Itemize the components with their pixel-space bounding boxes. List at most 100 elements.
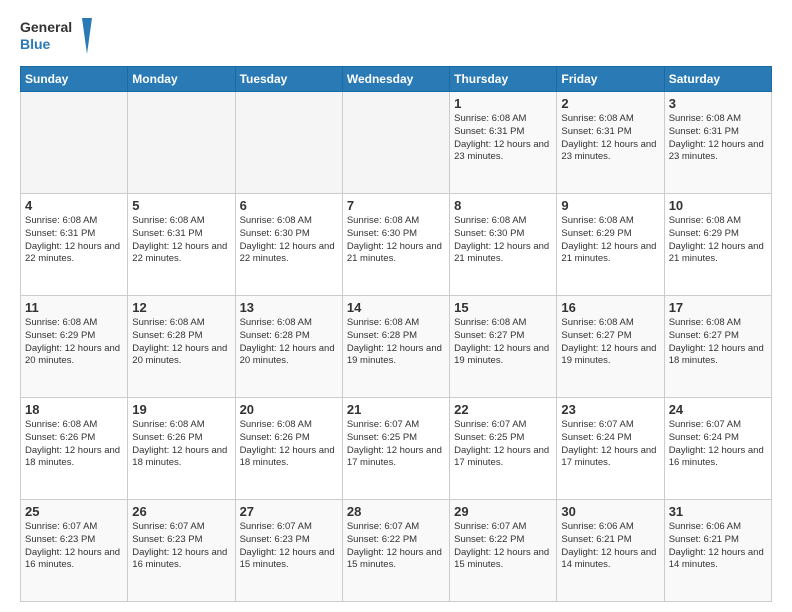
day-number: 2	[561, 96, 659, 111]
calendar-cell: 21 Sunrise: 6:07 AMSunset: 6:25 PMDayligh…	[342, 398, 449, 500]
day-detail: Sunrise: 6:08 AMSunset: 6:29 PMDaylight:…	[25, 317, 123, 368]
day-header-friday: Friday	[557, 67, 664, 92]
day-number: 28	[347, 504, 445, 519]
day-detail: Sunrise: 6:08 AMSunset: 6:31 PMDaylight:…	[25, 215, 123, 266]
calendar-cell: 17Sunrise: 6:08 AMSunset: 6:27 PMDayligh…	[664, 296, 771, 398]
calendar-cell	[235, 92, 342, 194]
calendar-week-4: 18 Sunrise: 6:08 AMSunset: 6:26 PMDayligh…	[21, 398, 772, 500]
day-detail: Sunrise: 6:08 AMSunset: 6:29 PMDaylight:…	[669, 215, 767, 266]
day-detail: Sunrise: 6:07 AMSunset: 6:24 PMDaylight:…	[561, 419, 659, 470]
calendar-table: SundayMondayTuesdayWednesdayThursdayFrid…	[20, 66, 772, 602]
day-number: 19	[132, 402, 230, 417]
calendar-cell: 20Sunrise: 6:08 AMSunset: 6:26 PMDayligh…	[235, 398, 342, 500]
calendar-cell: 13 Sunrise: 6:08 AMSunset: 6:28 PMDayligh…	[235, 296, 342, 398]
logo: GeneralBlue	[20, 16, 100, 56]
day-number: 6	[240, 198, 338, 213]
day-number: 21	[347, 402, 445, 417]
day-detail: Sunrise: 6:08 AMSunset: 6:31 PMDaylight:…	[132, 215, 230, 266]
logo-svg: GeneralBlue	[20, 16, 100, 56]
day-number: 22	[454, 402, 552, 417]
day-detail: Sunrise: 6:08 AMSunset: 6:26 PMDaylight:…	[132, 419, 230, 470]
calendar-page: GeneralBlue SundayMondayTuesdayWednesday…	[0, 0, 792, 612]
day-number: 29	[454, 504, 552, 519]
day-detail: Sunrise: 6:08 AMSunset: 6:29 PMDaylight:…	[561, 215, 659, 266]
page-header: GeneralBlue	[20, 16, 772, 56]
day-number: 8	[454, 198, 552, 213]
day-detail: Sunrise: 6:07 AMSunset: 6:23 PMDaylight:…	[132, 521, 230, 572]
day-number: 7	[347, 198, 445, 213]
day-detail: Sunrise: 6:08 AMSunset: 6:27 PMDaylight:…	[561, 317, 659, 368]
day-detail: Sunrise: 6:07 AMSunset: 6:22 PMDaylight:…	[347, 521, 445, 572]
day-number: 10	[669, 198, 767, 213]
day-number: 23	[561, 402, 659, 417]
day-number: 25	[25, 504, 123, 519]
day-header-wednesday: Wednesday	[342, 67, 449, 92]
day-detail: Sunrise: 6:08 AMSunset: 6:28 PMDaylight:…	[240, 317, 338, 368]
calendar-cell: 5 Sunrise: 6:08 AMSunset: 6:31 PMDaylight…	[128, 194, 235, 296]
day-number: 13	[240, 300, 338, 315]
day-detail: Sunrise: 6:08 AMSunset: 6:31 PMDaylight:…	[454, 113, 552, 164]
calendar-cell: 14 Sunrise: 6:08 AMSunset: 6:28 PMDayligh…	[342, 296, 449, 398]
day-detail: Sunrise: 6:08 AMSunset: 6:30 PMDaylight:…	[454, 215, 552, 266]
day-number: 31	[669, 504, 767, 519]
day-number: 12	[132, 300, 230, 315]
day-detail: Sunrise: 6:08 AMSunset: 6:31 PMDaylight:…	[669, 113, 767, 164]
day-number: 5	[132, 198, 230, 213]
calendar-cell	[342, 92, 449, 194]
day-detail: Sunrise: 6:07 AMSunset: 6:24 PMDaylight:…	[669, 419, 767, 470]
calendar-cell: 1 Sunrise: 6:08 AMSunset: 6:31 PMDaylight…	[450, 92, 557, 194]
calendar-week-2: 4 Sunrise: 6:08 AMSunset: 6:31 PMDaylight…	[21, 194, 772, 296]
day-detail: Sunrise: 6:08 AMSunset: 6:30 PMDaylight:…	[240, 215, 338, 266]
day-detail: Sunrise: 6:08 AMSunset: 6:28 PMDaylight:…	[132, 317, 230, 368]
day-number: 30	[561, 504, 659, 519]
calendar-cell: 18 Sunrise: 6:08 AMSunset: 6:26 PMDayligh…	[21, 398, 128, 500]
calendar-cell: 3Sunrise: 6:08 AMSunset: 6:31 PMDaylight…	[664, 92, 771, 194]
calendar-cell: 24Sunrise: 6:07 AMSunset: 6:24 PMDayligh…	[664, 398, 771, 500]
calendar-cell: 25 Sunrise: 6:07 AMSunset: 6:23 PMDayligh…	[21, 500, 128, 602]
day-detail: Sunrise: 6:07 AMSunset: 6:23 PMDaylight:…	[25, 521, 123, 572]
day-header-thursday: Thursday	[450, 67, 557, 92]
calendar-cell: 2Sunrise: 6:08 AMSunset: 6:31 PMDaylight…	[557, 92, 664, 194]
calendar-cell: 27 Sunrise: 6:07 AMSunset: 6:23 PMDayligh…	[235, 500, 342, 602]
day-detail: Sunrise: 6:08 AMSunset: 6:26 PMDaylight:…	[25, 419, 123, 470]
day-number: 14	[347, 300, 445, 315]
day-detail: Sunrise: 6:06 AMSunset: 6:21 PMDaylight:…	[669, 521, 767, 572]
calendar-cell: 22 Sunrise: 6:07 AMSunset: 6:25 PMDayligh…	[450, 398, 557, 500]
calendar-cell: 26 Sunrise: 6:07 AMSunset: 6:23 PMDayligh…	[128, 500, 235, 602]
day-number: 18	[25, 402, 123, 417]
calendar-cell: 9 Sunrise: 6:08 AMSunset: 6:29 PMDaylight…	[557, 194, 664, 296]
day-header-saturday: Saturday	[664, 67, 771, 92]
svg-text:Blue: Blue	[20, 36, 51, 52]
calendar-cell: 30 Sunrise: 6:06 AMSunset: 6:21 PMDayligh…	[557, 500, 664, 602]
calendar-header-row: SundayMondayTuesdayWednesdayThursdayFrid…	[21, 67, 772, 92]
calendar-cell: 12 Sunrise: 6:08 AMSunset: 6:28 PMDayligh…	[128, 296, 235, 398]
day-detail: Sunrise: 6:06 AMSunset: 6:21 PMDaylight:…	[561, 521, 659, 572]
calendar-cell: 28 Sunrise: 6:07 AMSunset: 6:22 PMDayligh…	[342, 500, 449, 602]
calendar-cell: 16Sunrise: 6:08 AMSunset: 6:27 PMDayligh…	[557, 296, 664, 398]
calendar-cell: 4 Sunrise: 6:08 AMSunset: 6:31 PMDaylight…	[21, 194, 128, 296]
day-detail: Sunrise: 6:08 AMSunset: 6:28 PMDaylight:…	[347, 317, 445, 368]
day-detail: Sunrise: 6:07 AMSunset: 6:23 PMDaylight:…	[240, 521, 338, 572]
calendar-cell: 6 Sunrise: 6:08 AMSunset: 6:30 PMDaylight…	[235, 194, 342, 296]
calendar-cell: 31 Sunrise: 6:06 AMSunset: 6:21 PMDayligh…	[664, 500, 771, 602]
day-detail: Sunrise: 6:07 AMSunset: 6:25 PMDaylight:…	[347, 419, 445, 470]
calendar-cell: 23 Sunrise: 6:07 AMSunset: 6:24 PMDayligh…	[557, 398, 664, 500]
day-detail: Sunrise: 6:07 AMSunset: 6:22 PMDaylight:…	[454, 521, 552, 572]
calendar-week-3: 11Sunrise: 6:08 AMSunset: 6:29 PMDayligh…	[21, 296, 772, 398]
day-detail: Sunrise: 6:08 AMSunset: 6:26 PMDaylight:…	[240, 419, 338, 470]
day-number: 26	[132, 504, 230, 519]
day-detail: Sunrise: 6:07 AMSunset: 6:25 PMDaylight:…	[454, 419, 552, 470]
day-number: 27	[240, 504, 338, 519]
calendar-cell	[128, 92, 235, 194]
calendar-cell: 8 Sunrise: 6:08 AMSunset: 6:30 PMDaylight…	[450, 194, 557, 296]
day-number: 15	[454, 300, 552, 315]
day-detail: Sunrise: 6:08 AMSunset: 6:30 PMDaylight:…	[347, 215, 445, 266]
day-number: 1	[454, 96, 552, 111]
day-number: 17	[669, 300, 767, 315]
calendar-cell: 15 Sunrise: 6:08 AMSunset: 6:27 PMDayligh…	[450, 296, 557, 398]
calendar-cell: 10 Sunrise: 6:08 AMSunset: 6:29 PMDayligh…	[664, 194, 771, 296]
day-header-tuesday: Tuesday	[235, 67, 342, 92]
day-number: 9	[561, 198, 659, 213]
day-number: 4	[25, 198, 123, 213]
day-detail: Sunrise: 6:08 AMSunset: 6:27 PMDaylight:…	[454, 317, 552, 368]
